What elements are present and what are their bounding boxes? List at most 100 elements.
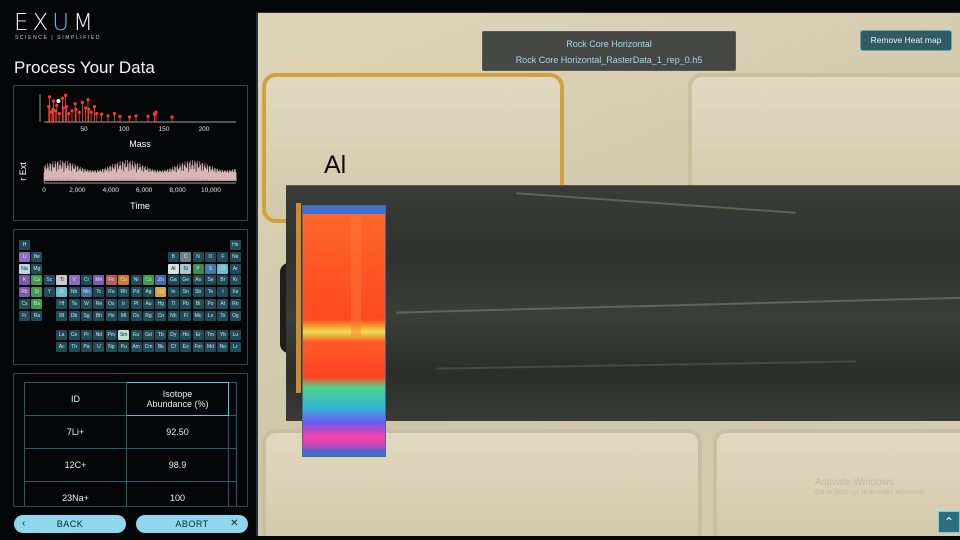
element-kr[interactable]: Kr xyxy=(229,275,241,286)
element-zr[interactable]: Zr xyxy=(56,287,68,298)
element-os[interactable]: Os xyxy=(105,299,117,309)
element-cl[interactable]: Cl xyxy=(217,263,229,274)
element-se[interactable]: Se xyxy=(205,275,216,286)
element-xe[interactable]: Xe xyxy=(229,287,241,298)
element-pa[interactable]: Pa xyxy=(81,342,92,353)
element-rg[interactable]: Rg xyxy=(143,310,154,321)
element-te[interactable]: Te xyxy=(205,287,216,298)
element-tc[interactable]: Tc xyxy=(93,287,105,298)
element-b[interactable]: B xyxy=(167,251,179,262)
element-es[interactable]: Es xyxy=(180,342,192,353)
element-nh[interactable]: Nh xyxy=(167,310,179,321)
element-po[interactable]: Po xyxy=(205,299,216,309)
element-c[interactable]: C xyxy=(180,251,192,262)
element-md[interactable]: Md xyxy=(205,342,216,353)
element-lu[interactable]: Lu xyxy=(229,330,241,341)
element-la[interactable]: La xyxy=(56,330,68,341)
element-ga[interactable]: Ga xyxy=(167,275,179,286)
element-bh[interactable]: Bh xyxy=(93,310,105,321)
element-h[interactable]: H xyxy=(19,240,30,250)
back-button[interactable]: ‹ BACK xyxy=(14,515,126,533)
element-sm[interactable]: Sm xyxy=(118,330,130,341)
element-cn[interactable]: Cn xyxy=(155,310,167,321)
element-na[interactable]: Na xyxy=(19,263,30,274)
element-ds[interactable]: Ds xyxy=(130,310,142,321)
element-sc[interactable]: Sc xyxy=(43,275,55,286)
element-ne[interactable]: Ne xyxy=(229,251,241,262)
element-cm[interactable]: Cm xyxy=(143,342,154,353)
element-bk[interactable]: Bk xyxy=(155,342,167,353)
element-er[interactable]: Er xyxy=(192,330,204,341)
element-mg[interactable]: Mg xyxy=(31,263,43,274)
element-w[interactable]: W xyxy=(81,299,92,309)
element-fe[interactable]: Fe xyxy=(105,275,117,286)
element-cr[interactable]: Cr xyxy=(81,275,92,286)
element-pd[interactable]: Pd xyxy=(130,287,142,298)
element-co[interactable]: Co xyxy=(118,275,130,286)
element-pm[interactable]: Pm xyxy=(105,330,117,341)
element-o[interactable]: O xyxy=(205,251,216,262)
element-cf[interactable]: Cf xyxy=(167,342,179,353)
element-tb[interactable]: Tb xyxy=(155,330,167,341)
element-lv[interactable]: Lv xyxy=(205,310,216,321)
element-br[interactable]: Br xyxy=(217,275,229,286)
scroll-up-button[interactable]: ⌃ xyxy=(938,511,960,533)
element-db[interactable]: Db xyxy=(68,310,80,321)
element-th[interactable]: Th xyxy=(68,342,80,353)
element-pr[interactable]: Pr xyxy=(81,330,92,341)
element-fm[interactable]: Fm xyxy=(192,342,204,353)
element-heatmap[interactable] xyxy=(302,205,386,457)
table-row[interactable]: 23Na+ 100 xyxy=(24,481,237,506)
element-s[interactable]: S xyxy=(205,263,216,274)
element-og[interactable]: Og xyxy=(229,310,241,321)
element-fl[interactable]: Fl xyxy=(180,310,192,321)
remove-heat-map-button[interactable]: Remove Heat map xyxy=(860,30,952,51)
element-eu[interactable]: Eu xyxy=(130,330,142,341)
element-al[interactable]: Al xyxy=(167,263,179,274)
element-ge[interactable]: Ge xyxy=(180,275,192,286)
element-pt[interactable]: Pt xyxy=(130,299,142,309)
element-ba[interactable]: Ba xyxy=(31,299,43,309)
element-pu[interactable]: Pu xyxy=(118,342,130,353)
element-sg[interactable]: Sg xyxy=(81,310,92,321)
element-v[interactable]: V xyxy=(68,275,80,286)
element-be[interactable]: Be xyxy=(31,251,43,262)
element-y[interactable]: Y xyxy=(43,287,55,298)
element-tm[interactable]: Tm xyxy=(205,330,216,341)
element-ho[interactable]: Ho xyxy=(180,330,192,341)
element-at[interactable]: At xyxy=(217,299,229,309)
element-f[interactable]: F xyxy=(217,251,229,262)
element-mn[interactable]: Mn xyxy=(93,275,105,286)
element-he[interactable]: He xyxy=(229,240,241,250)
element-li[interactable]: Li xyxy=(19,251,30,262)
element-ts[interactable]: Ts xyxy=(217,310,229,321)
element-pb[interactable]: Pb xyxy=(180,299,192,309)
element-ag[interactable]: Ag xyxy=(143,287,154,298)
mass-time-charts[interactable]: 50 100 150 200 Mass 0 2,000 4,000 6,000 8,000 10,… xyxy=(14,86,249,222)
element-ti[interactable]: Ti xyxy=(56,275,68,286)
element-ar[interactable]: Ar xyxy=(229,263,241,274)
element-as[interactable]: As xyxy=(192,275,204,286)
element-ir[interactable]: Ir xyxy=(118,299,130,309)
column-header-id[interactable]: ID xyxy=(24,382,127,416)
element-ru[interactable]: Ru xyxy=(105,287,117,298)
element-hg[interactable]: Hg xyxy=(155,299,167,309)
table-row[interactable]: 12C+ 98.9 xyxy=(24,448,237,482)
element-nb[interactable]: Nb xyxy=(68,287,80,298)
element-tl[interactable]: Tl xyxy=(167,299,179,309)
element-ca[interactable]: Ca xyxy=(31,275,43,286)
element-k[interactable]: K xyxy=(19,275,30,286)
element-si[interactable]: Si xyxy=(180,263,192,274)
element-ni[interactable]: Ni xyxy=(130,275,142,286)
element-u[interactable]: U xyxy=(93,342,105,353)
element-rh[interactable]: Rh xyxy=(118,287,130,298)
element-yb[interactable]: Yb xyxy=(217,330,229,341)
element-dy[interactable]: Dy xyxy=(167,330,179,341)
element-re[interactable]: Re xyxy=(93,299,105,309)
element-rn[interactable]: Rn xyxy=(229,299,241,309)
element-au[interactable]: Au xyxy=(143,299,154,309)
element-mo[interactable]: Mo xyxy=(81,287,92,298)
element-zn[interactable]: Zn xyxy=(155,275,167,286)
element-no[interactable]: No xyxy=(217,342,229,353)
element-ta[interactable]: Ta xyxy=(68,299,80,309)
